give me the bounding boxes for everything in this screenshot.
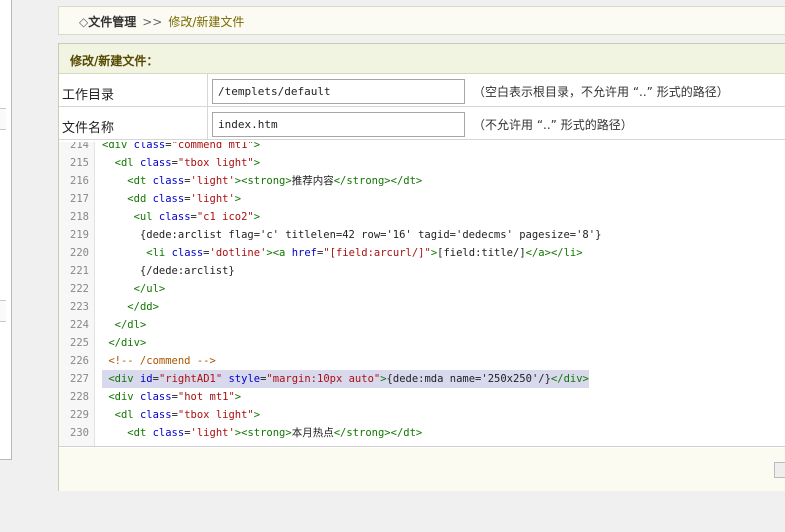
code-text: </div> xyxy=(108,337,147,349)
workdir-row: 工作目录 （空白表示根目录，不允许用 “..” 形式的路径） xyxy=(59,74,785,107)
line-number: 217 xyxy=(70,193,89,205)
code-line[interactable]: 225 </div> xyxy=(59,334,785,352)
code-text: <dt class='light'><strong>推荐内容</strong><… xyxy=(127,175,423,187)
breadcrumb-text: ◇文件管理 >> 修改/新建文件 xyxy=(79,13,244,30)
left-frame-notch xyxy=(0,300,6,322)
code-line[interactable]: 224 </dl> xyxy=(59,316,785,334)
workdir-input[interactable] xyxy=(212,79,465,104)
code-text: <dl class="tbox light"> xyxy=(114,157,261,169)
breadcrumb: ◇文件管理 >> 修改/新建文件 xyxy=(58,6,785,35)
code-text: <div class="commend mt1"> xyxy=(102,142,261,151)
submit-button[interactable] xyxy=(774,462,785,478)
code-text: </ul> xyxy=(133,283,166,295)
line-number: 215 xyxy=(70,157,89,169)
line-number: 219 xyxy=(70,229,89,241)
code-editor[interactable]: 214 <div class="commend mt1"> 215 <dl clas… xyxy=(59,142,785,447)
code-line[interactable]: 229 <dl class="tbox light"> xyxy=(59,406,785,424)
diamond-icon: ◇ xyxy=(79,15,89,29)
breadcrumb-current: 修改/新建文件 xyxy=(168,15,245,29)
edit-file-panel: 修改/新建文件： 工作目录 （空白表示根目录，不允许用 “..” 形式的路径） … xyxy=(58,43,785,491)
code-text: <!-- /commend --> xyxy=(102,355,216,367)
code-text: <ul class="c1 ico2"> xyxy=(133,211,261,223)
code-text: </dl> xyxy=(114,319,147,331)
line-number: 229 xyxy=(70,409,89,421)
code-line[interactable]: 216 <dt class='light'><strong>推荐内容</stro… xyxy=(59,172,785,190)
code-line[interactable]: 230 <dt class='light'><strong>本月热点</stro… xyxy=(59,424,785,442)
line-number: 218 xyxy=(70,211,89,223)
line-number: 230 xyxy=(70,427,89,439)
code-text: <div class="hot mt1"> xyxy=(108,391,242,403)
frame-gap xyxy=(13,0,34,532)
code-line[interactable]: 219 {dede:arclist flag='c' titlelen=42 r… xyxy=(59,226,785,244)
code-text: </dd> xyxy=(127,301,159,313)
code-text: <dt class='light'><strong>本月热点</strong><… xyxy=(127,427,423,439)
code-text: <li class='dotline'><a href="[field:arcu… xyxy=(146,247,583,259)
code-line[interactable]: 221 {/dede:arclist} xyxy=(59,262,785,280)
filename-hint: （不允许用 “..” 形式的路径） xyxy=(473,118,633,132)
code-text: {/dede:arclist} xyxy=(102,265,235,277)
main-content: ◇文件管理 >> 修改/新建文件 修改/新建文件： 工作目录 （空白表示根目录，不允… xyxy=(34,0,785,532)
code-line[interactable]: 217 <dd class='light'> xyxy=(59,190,785,208)
breadcrumb-separator: >> xyxy=(142,15,163,29)
code-line[interactable]: 215 <dl class="tbox light"> xyxy=(59,154,785,172)
line-number: 225 xyxy=(70,337,89,349)
breadcrumb-root[interactable]: 文件管理 xyxy=(88,15,136,29)
workdir-label: 工作目录 xyxy=(59,74,208,106)
line-number: 224 xyxy=(70,319,89,331)
code-line[interactable]: 226 <!-- /commend --> xyxy=(59,352,785,370)
filename-input[interactable] xyxy=(212,112,465,137)
code-text: {dede:arclist flag='c' titlelen=42 row='… xyxy=(102,229,602,241)
line-number: 226 xyxy=(70,355,89,367)
code-line[interactable]: 220 <li class='dotline'><a href="[field:… xyxy=(59,244,785,262)
code-text: <dd class='light'> xyxy=(127,193,242,205)
line-number: 223 xyxy=(70,301,89,313)
form-footer xyxy=(59,448,785,491)
line-number: 228 xyxy=(70,391,89,403)
filename-label: 文件名称 xyxy=(59,107,208,139)
line-number: 214 xyxy=(70,142,89,151)
code-line[interactable]: 223 </dd> xyxy=(59,298,785,316)
code-line[interactable]: 222 </ul> xyxy=(59,280,785,298)
line-number: 222 xyxy=(70,283,89,295)
code-text: <dl class="tbox light"> xyxy=(114,409,261,421)
line-number: 216 xyxy=(70,175,89,187)
panel-title: 修改/新建文件： xyxy=(59,44,785,74)
code-line[interactable]: 228 <div class="hot mt1"> xyxy=(59,388,785,406)
code-line[interactable]: 214 <div class="commend mt1"> xyxy=(59,142,785,154)
left-frame xyxy=(0,0,12,460)
code-text: <div id="rightAD1" style="margin:10px au… xyxy=(102,370,589,388)
code-line[interactable]: 227 <div id="rightAD1" style="margin:10p… xyxy=(59,370,785,388)
code-line[interactable]: 218 <ul class="c1 ico2"> xyxy=(59,208,785,226)
line-number: 227 xyxy=(70,373,89,385)
left-frame-notch xyxy=(0,108,6,130)
workdir-hint: （空白表示根目录，不允许用 “..” 形式的路径） xyxy=(473,85,729,99)
filename-row: 文件名称 （不允许用 “..” 形式的路径） xyxy=(59,107,785,140)
line-number: 220 xyxy=(70,247,89,259)
line-number: 221 xyxy=(70,265,89,277)
